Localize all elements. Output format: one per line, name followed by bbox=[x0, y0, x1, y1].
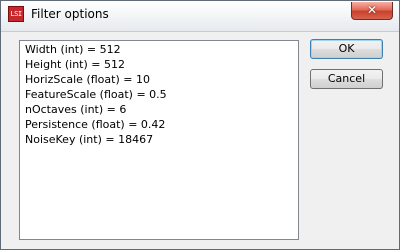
list-item-persistence[interactable]: Persistence (float) = 0.42 bbox=[25, 118, 165, 132]
parameter-list[interactable]: Width (int) = 512 Height (int) = 512 Hor… bbox=[19, 40, 299, 240]
close-button[interactable]: ✕ bbox=[351, 2, 393, 20]
dialog-window: LSI Filter options ✕ Width (int) = 512 H… bbox=[0, 0, 400, 250]
title-bar[interactable]: LSI Filter options ✕ bbox=[1, 1, 399, 32]
cancel-button[interactable]: Cancel bbox=[310, 69, 383, 89]
close-icon: ✕ bbox=[366, 3, 378, 17]
window-title: Filter options bbox=[31, 7, 109, 21]
list-item-featurescale[interactable]: FeatureScale (float) = 0.5 bbox=[25, 88, 167, 102]
list-item-noisekey[interactable]: NoiseKey (int) = 18467 bbox=[25, 133, 153, 147]
list-item-horizscale[interactable]: HorizScale (float) = 10 bbox=[25, 73, 150, 87]
list-item-noctaves[interactable]: nOctaves (int) = 6 bbox=[25, 103, 126, 117]
list-item-height[interactable]: Height (int) = 512 bbox=[25, 58, 125, 72]
ok-button[interactable]: OK bbox=[310, 39, 383, 59]
list-item-width[interactable]: Width (int) = 512 bbox=[25, 43, 121, 57]
app-icon: LSI bbox=[8, 6, 24, 22]
